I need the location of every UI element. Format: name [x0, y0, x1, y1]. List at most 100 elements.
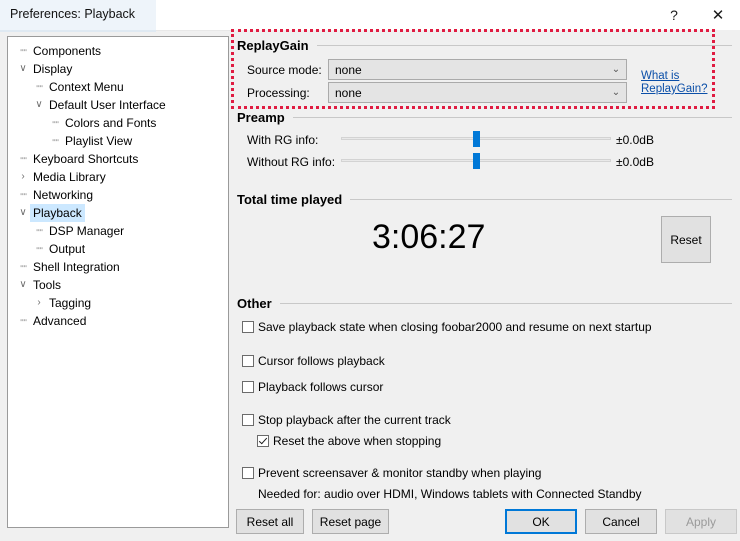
cancel-label: Cancel	[602, 514, 640, 529]
title-bar: Preferences: Playback ? ✕	[0, 0, 740, 32]
tree-branch-icon: ┉	[20, 189, 27, 201]
chevron-right-icon[interactable]: ›	[32, 294, 46, 312]
sidebar-item-context-menu[interactable]: ┉ Context Menu	[8, 78, 228, 96]
processing-dropdown[interactable]: none ⌄	[328, 82, 627, 103]
preamp-group-title: Preamp	[237, 110, 285, 125]
preamp-group-header: Preamp	[237, 110, 732, 125]
sidebar-item-tagging[interactable]: › Tagging	[8, 294, 228, 312]
tree-branch-icon: ┉	[36, 243, 43, 255]
what-is-replaygain-link-line2: ReplayGain?	[641, 83, 708, 95]
sidebar-item-tools[interactable]: ∨ Tools	[8, 276, 228, 294]
without-rg-info-slider-thumb[interactable]	[473, 153, 480, 169]
checkbox-save-playback-state-box[interactable]	[242, 321, 254, 333]
chevron-down-icon[interactable]: ∨	[16, 204, 30, 222]
sidebar-item-shell-integration[interactable]: ┉ Shell Integration	[8, 258, 228, 276]
tree-branch-icon: ┉	[36, 225, 43, 237]
checkbox-reset-above-when-stopping-box[interactable]	[257, 435, 269, 447]
sidebar-item-media-library[interactable]: › Media Library	[8, 168, 228, 186]
total-time-value: 3:06:27	[372, 218, 486, 256]
sidebar-item-components[interactable]: ┉ Components	[8, 42, 228, 60]
checkbox-prevent-screensaver-label: Prevent screensaver & monitor standby wh…	[258, 466, 542, 480]
total-time-rule	[350, 199, 732, 200]
total-time-group-header: Total time played	[237, 192, 732, 207]
what-is-replaygain-link-line1: What is	[641, 70, 680, 82]
reset-all-button[interactable]: Reset all	[236, 509, 304, 534]
sidebar-item-label: Tagging	[49, 296, 92, 310]
sidebar-item-playlist-view[interactable]: ┉ Playlist View	[8, 132, 228, 150]
tree-branch-icon: ┉	[52, 117, 59, 129]
checkbox-stop-after-current-track-box[interactable]	[242, 414, 254, 426]
with-rg-info-slider[interactable]	[341, 128, 611, 148]
window-title: Preferences: Playback	[10, 7, 136, 21]
settings-tree-panel[interactable]: ┉ Components ∨ Display ┉ Context Menu ∨ Default…	[7, 36, 229, 528]
sidebar-item-default-user-interface[interactable]: ∨ Default User Interface	[8, 96, 228, 114]
sidebar-item-label: Advanced	[33, 314, 87, 328]
tree-branch-icon: ┉	[20, 45, 27, 57]
tree-branch-icon: ┉	[20, 315, 27, 327]
what-is-replaygain-link[interactable]: What is ReplayGain?	[641, 70, 707, 96]
chevron-down-icon[interactable]: ∨	[16, 276, 30, 294]
checkbox-reset-above-when-stopping-label: Reset the above when stopping	[273, 434, 442, 448]
sidebar-item-keyboard-shortcuts[interactable]: ┉ Keyboard Shortcuts	[8, 150, 228, 168]
checkbox-playback-follows-cursor[interactable]: Playback follows cursor	[242, 380, 383, 394]
tree-branch-icon: ┉	[36, 81, 43, 93]
tree-branch-icon: ┉	[20, 153, 27, 165]
sidebar-item-label: Keyboard Shortcuts	[33, 152, 139, 166]
sidebar-item-colors-and-fonts[interactable]: ┉ Colors and Fonts	[8, 114, 228, 132]
processing-value: none	[335, 85, 362, 100]
checkbox-cursor-follows-playback[interactable]: Cursor follows playback	[242, 354, 385, 368]
sidebar-item-advanced[interactable]: ┉ Advanced	[8, 312, 228, 330]
without-rg-info-value: ±0.0dB	[616, 155, 654, 169]
reset-total-time-button[interactable]: Reset	[661, 216, 711, 263]
with-rg-info-slider-thumb[interactable]	[473, 131, 480, 147]
sidebar-item-label: Default User Interface	[49, 98, 166, 112]
help-button[interactable]: ?	[652, 0, 696, 30]
without-rg-info-slider[interactable]	[341, 150, 611, 170]
preamp-rule	[292, 117, 732, 118]
other-rule	[279, 303, 732, 304]
sidebar-item-label: Display	[33, 62, 73, 76]
other-group-header: Other	[237, 296, 732, 311]
sidebar-item-label: Context Menu	[49, 80, 124, 94]
chevron-down-icon[interactable]: ∨	[16, 60, 30, 78]
sidebar-item-label: Networking	[33, 188, 94, 202]
chevron-down-icon: ⌄	[611, 86, 621, 98]
checkbox-stop-after-current-track[interactable]: Stop playback after the current track	[242, 413, 451, 427]
checkbox-reset-above-when-stopping[interactable]: Reset the above when stopping	[257, 434, 441, 448]
sidebar-item-display[interactable]: ∨ Display	[8, 60, 228, 78]
sidebar-item-label: Playback	[30, 204, 85, 222]
sidebar-item-label: DSP Manager	[49, 224, 125, 238]
checkbox-save-playback-state[interactable]: Save playback state when closing foobar2…	[242, 320, 652, 334]
checkbox-prevent-screensaver-box[interactable]	[242, 467, 254, 479]
close-button[interactable]: ✕	[696, 0, 740, 30]
ok-label: OK	[532, 514, 550, 529]
apply-label: Apply	[685, 514, 717, 529]
without-rg-info-label: Without RG info:	[247, 155, 336, 169]
source-mode-value: none	[335, 62, 362, 77]
replaygain-group-header: ReplayGain	[237, 38, 732, 53]
chevron-right-icon[interactable]: ›	[16, 168, 30, 186]
chevron-down-icon[interactable]: ∨	[32, 96, 46, 114]
sidebar-item-networking[interactable]: ┉ Networking	[8, 186, 228, 204]
settings-tree: ┉ Components ∨ Display ┉ Context Menu ∨ Default…	[8, 37, 228, 330]
sidebar-item-playback[interactable]: ∨ Playback	[8, 204, 228, 222]
checkbox-prevent-screensaver[interactable]: Prevent screensaver & monitor standby wh…	[242, 466, 541, 480]
sidebar-item-output[interactable]: ┉ Output	[8, 240, 228, 258]
replaygain-group-title: ReplayGain	[237, 38, 309, 53]
source-mode-dropdown[interactable]: none ⌄	[328, 59, 627, 80]
chevron-down-icon: ⌄	[611, 63, 621, 75]
close-icon: ✕	[711, 7, 725, 24]
cancel-button[interactable]: Cancel	[585, 509, 657, 534]
sidebar-item-label: Output	[49, 242, 86, 256]
sidebar-item-dsp-manager[interactable]: ┉ DSP Manager	[8, 222, 228, 240]
checkbox-cursor-follows-playback-box[interactable]	[242, 355, 254, 367]
checkbox-cursor-follows-playback-label: Cursor follows playback	[258, 354, 385, 368]
with-rg-info-label: With RG info:	[247, 133, 319, 147]
reset-all-label: Reset all	[246, 514, 294, 529]
sidebar-item-label: Tools	[33, 278, 62, 292]
ok-button[interactable]: OK	[505, 509, 577, 534]
reset-page-button[interactable]: Reset page	[312, 509, 389, 534]
dialog-footer: Reset all Reset page OK Cancel Apply	[233, 503, 740, 541]
checkbox-playback-follows-cursor-box[interactable]	[242, 381, 254, 393]
with-rg-info-value: ±0.0dB	[616, 133, 654, 147]
